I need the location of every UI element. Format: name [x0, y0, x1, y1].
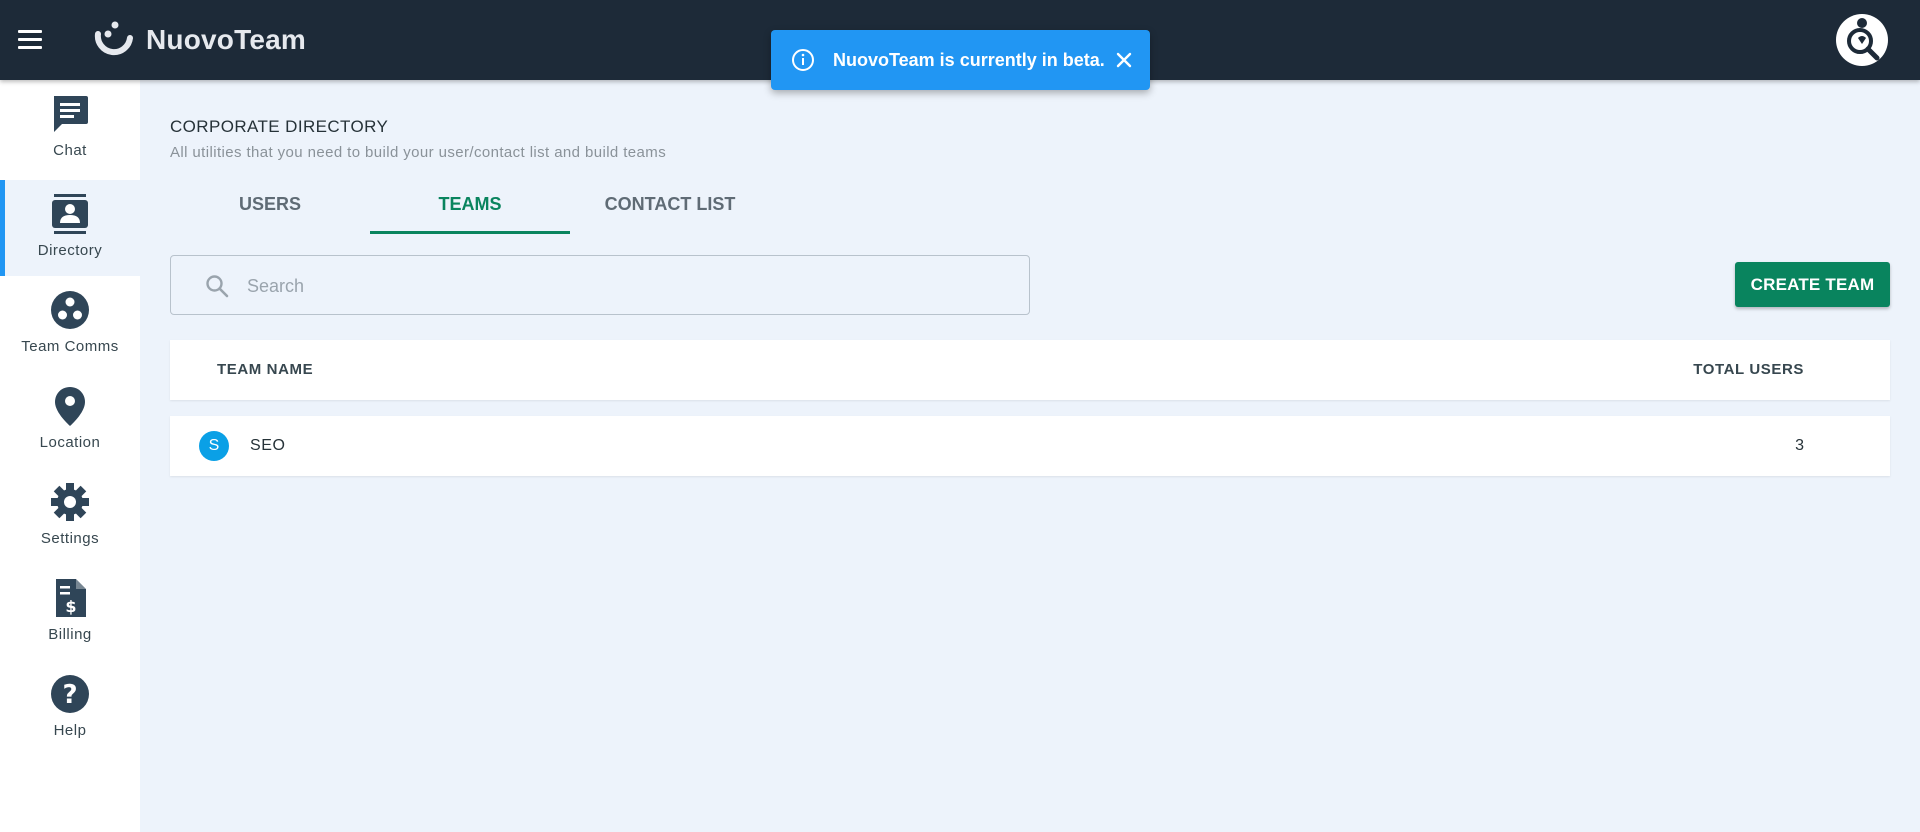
tab-contact-list[interactable]: CONTACT LIST	[570, 180, 770, 234]
team-avatar: S	[199, 431, 229, 461]
app-name: NuovoTeam	[146, 24, 306, 55]
sidebar-item-settings[interactable]: Settings	[0, 468, 140, 564]
sidebar-item-label: Help	[53, 722, 87, 739]
sidebar-item-directory[interactable]: Directory	[0, 180, 140, 276]
directory-tabs: USERS TEAMS CONTACT LIST	[170, 180, 770, 234]
sidebar-item-label: Settings	[40, 530, 100, 547]
user-avatar-icon	[1847, 18, 1880, 61]
sidebar-item-label: Team Comms	[21, 338, 119, 355]
sidebar-item-label: Chat	[53, 142, 87, 159]
sidebar-item-location[interactable]: Location	[0, 372, 140, 468]
page-title: CORPORATE DIRECTORY	[170, 117, 389, 136]
user-avatar[interactable]	[1836, 14, 1888, 66]
sidebar-item-chat[interactable]: Chat	[0, 80, 140, 176]
chat-icon	[54, 96, 88, 132]
team-total-users: 3	[1795, 437, 1804, 454]
location-pin-icon	[55, 387, 85, 426]
logo-smile-icon	[94, 21, 133, 56]
info-icon	[792, 49, 814, 71]
column-header-total-users[interactable]: TOTAL USERS	[1693, 361, 1804, 378]
team-comms-icon	[51, 291, 89, 329]
toast-message: NuovoTeam is currently in beta.	[833, 50, 1105, 70]
column-header-team-name[interactable]: TEAM NAME	[217, 361, 313, 378]
sidebar-item-label: Directory	[37, 242, 103, 259]
teams-table-header: TEAM NAME TOTAL USERS	[170, 340, 1890, 400]
sidebar-item-label: Billing	[48, 626, 92, 643]
directory-icon	[52, 194, 88, 234]
svg-text:$: $	[65, 597, 76, 616]
main-content: CORPORATE DIRECTORY All utilities that y…	[140, 80, 1920, 832]
gear-icon	[51, 483, 89, 521]
close-icon[interactable]	[1114, 50, 1134, 70]
billing-icon: $	[56, 579, 86, 617]
search-field[interactable]	[170, 255, 1030, 315]
hamburger-menu-icon[interactable]	[14, 26, 46, 54]
team-name: SEO	[250, 437, 286, 454]
svg-text:?: ?	[62, 680, 77, 710]
tab-users[interactable]: USERS	[170, 180, 370, 234]
sidebar-item-help[interactable]: ? Help	[0, 660, 140, 756]
table-row[interactable]: S SEO 3	[170, 416, 1890, 476]
search-icon	[206, 275, 229, 298]
search-input[interactable]	[247, 268, 1007, 304]
sidebar-item-team-comms[interactable]: Team Comms	[0, 276, 140, 372]
sidebar-item-label: Location	[39, 434, 101, 451]
tab-teams[interactable]: TEAMS	[370, 180, 570, 234]
sidebar-nav: Chat Directory Team Comms Location Setti…	[0, 80, 140, 832]
page-subtitle: All utilities that you need to build you…	[170, 144, 667, 161]
help-icon: ?	[51, 675, 89, 713]
beta-notification-toast: NuovoTeam is currently in beta.	[771, 30, 1150, 90]
create-team-button[interactable]: CREATE TEAM	[1735, 262, 1890, 307]
app-logo[interactable]: NuovoTeam	[92, 20, 306, 60]
sidebar-item-billing[interactable]: $ Billing	[0, 564, 140, 660]
